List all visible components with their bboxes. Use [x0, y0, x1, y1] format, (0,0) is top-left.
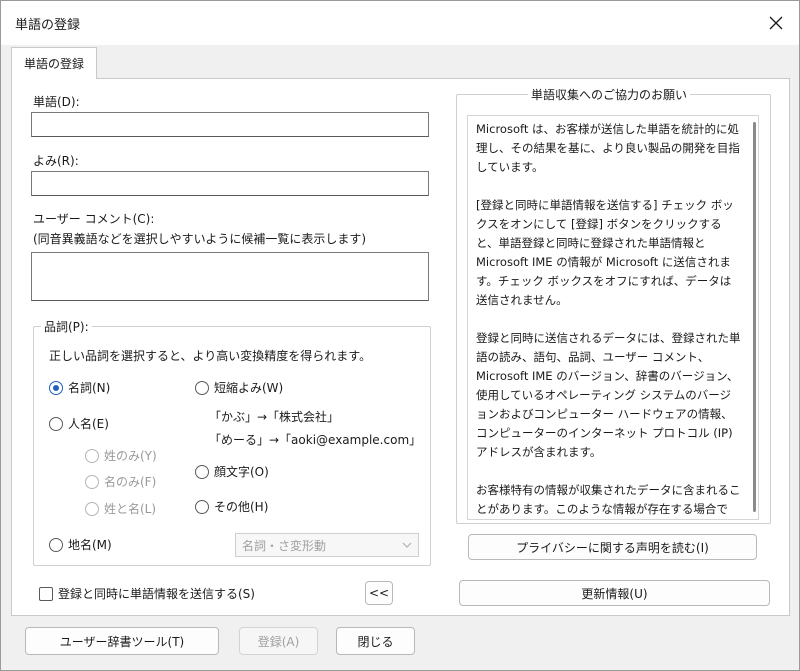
checkbox-box: [39, 586, 53, 601]
window-title: 単語の登録: [15, 18, 81, 33]
word-label: 単語(D):: [33, 95, 80, 109]
radio-other[interactable]: その他(H): [195, 498, 268, 515]
radio-short-reading[interactable]: 短縮よみ(W): [195, 379, 283, 396]
privacy-statement-button[interactable]: プライバシーに関する声明を読む(I): [468, 534, 757, 560]
close-icon: [769, 16, 783, 30]
radio-place-label: 地名(M): [68, 538, 112, 552]
radio-surname-only-label: 姓のみ(Y): [104, 449, 157, 463]
send-word-info-checkbox[interactable]: 登録と同時に単語情報を送信する(S): [39, 585, 255, 602]
reading-label: よみ(R):: [33, 154, 79, 168]
radio-surname-only: 姓のみ(Y): [85, 447, 157, 464]
comment-label: ユーザー コメント(C):: [33, 212, 155, 226]
title-bar: 単語の登録: [1, 1, 799, 45]
radio-full-name-label: 姓と名(L): [104, 502, 157, 516]
collapse-info-button[interactable]: <<: [365, 581, 393, 605]
radio-indicator: [49, 416, 63, 431]
pos-subtype-value: 名詞・さ変形動: [242, 538, 327, 553]
comment-input[interactable]: [31, 252, 429, 301]
word-input[interactable]: [31, 112, 429, 137]
comment-hint: (同音異義語などを選択しやすいように候補一覧に表示します): [33, 232, 367, 246]
pos-description: 正しい品詞を選択すると、より高い変換精度を得られます。: [49, 349, 372, 363]
info-group: Microsoft は、お客様が送信した単語を統計的に処理し、その結果を基に、よ…: [456, 94, 771, 524]
radio-noun[interactable]: 名詞(N): [49, 379, 110, 396]
radio-emoticon[interactable]: 顔文字(O): [195, 463, 269, 480]
info-text: Microsoft は、お客様が送信した単語を統計的に処理し、その結果を基に、よ…: [476, 122, 741, 516]
radio-indicator: [195, 499, 209, 514]
radio-place[interactable]: 地名(M): [49, 536, 112, 553]
radio-indicator: [195, 464, 209, 479]
reading-input[interactable]: [31, 171, 429, 196]
short-reading-example-2: 「めーる」→「aoki@example.com」: [209, 433, 422, 447]
radio-indicator: [85, 474, 99, 489]
radio-emoticon-label: 顔文字(O): [214, 465, 269, 479]
radio-given-only: 名のみ(F): [85, 473, 156, 490]
radio-person-label: 人名(E): [68, 417, 109, 431]
radio-full-name: 姓と名(L): [85, 500, 156, 517]
info-scrollbar[interactable]: [753, 122, 756, 512]
radio-other-label: その他(H): [214, 500, 269, 514]
radio-indicator: [49, 380, 63, 395]
radio-indicator: [49, 537, 63, 552]
radio-noun-label: 名詞(N): [68, 381, 111, 395]
radio-indicator: [195, 380, 209, 395]
radio-short-reading-label: 短縮よみ(W): [214, 381, 284, 395]
word-registration-dialog: 単語の登録 単語の登録 単語(D): よみ(R): ユーザー コメント(C): …: [0, 0, 800, 671]
info-text-area[interactable]: Microsoft は、お客様が送信した単語を統計的に処理し、その結果を基に、よ…: [467, 115, 759, 520]
radio-person[interactable]: 人名(E): [49, 415, 109, 432]
tab-word-registration[interactable]: 単語の登録: [11, 47, 97, 79]
radio-indicator: [85, 501, 99, 516]
update-info-button[interactable]: 更新情報(U): [459, 580, 770, 606]
close-window-button[interactable]: [761, 9, 791, 37]
user-dictionary-tool-button[interactable]: ユーザー辞書ツール(T): [25, 627, 219, 655]
radio-given-only-label: 名のみ(F): [104, 475, 157, 489]
radio-indicator: [85, 448, 99, 463]
close-button[interactable]: 閉じる: [336, 627, 415, 655]
pos-group-title: 品詞(P):: [41, 318, 92, 335]
send-word-info-label: 登録と同時に単語情報を送信する(S): [58, 587, 255, 601]
register-button: 登録(A): [239, 627, 318, 655]
pos-subtype-select: 名詞・さ変形動: [235, 533, 419, 557]
info-group-title: 単語収集へのご協力のお願い: [528, 86, 691, 103]
short-reading-example-1: 「かぶ」→「株式会社」: [209, 410, 340, 424]
chevron-down-icon: [402, 542, 412, 548]
